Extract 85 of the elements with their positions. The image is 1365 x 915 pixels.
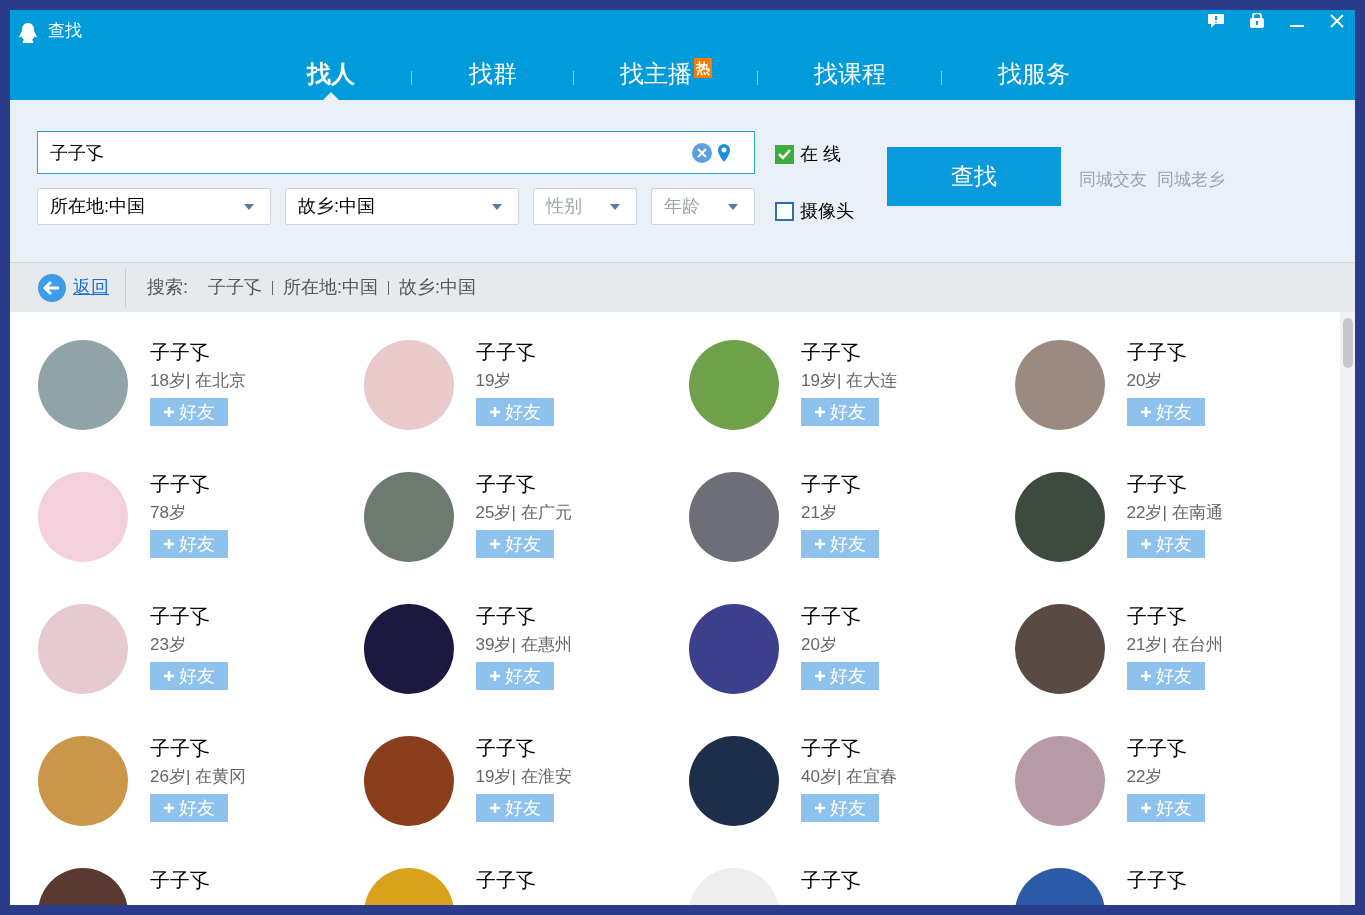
user-name[interactable]: 子子孓 xyxy=(1126,868,1187,892)
dropdown-caret-icon xyxy=(610,203,620,210)
user-info: 20岁 xyxy=(1126,370,1164,392)
user-name[interactable]: 子子孓 xyxy=(801,736,898,760)
close-icon[interactable] xyxy=(1329,13,1345,29)
user-name[interactable]: 子子孓 xyxy=(150,604,228,628)
nearby-link[interactable]: 同城交友 xyxy=(1079,167,1147,193)
user-name[interactable]: 子子孓 xyxy=(475,868,536,892)
user-info: 19岁| 在淮安 xyxy=(475,766,572,788)
user-info: 26岁| 在黄冈 xyxy=(150,766,247,788)
plus-icon xyxy=(488,406,501,418)
user-info: 23岁 xyxy=(150,634,187,656)
user-name[interactable]: 子子孓 xyxy=(150,868,210,892)
search-term: 子子孓 xyxy=(208,276,262,299)
plus-icon xyxy=(814,802,826,814)
plus-icon xyxy=(1139,406,1152,418)
user-info: 25岁| 在广元 xyxy=(475,502,572,524)
user-name[interactable]: 子子孓 xyxy=(801,868,861,892)
user-info: 19岁| 在大连 xyxy=(801,370,898,392)
scrollbar-thumb[interactable] xyxy=(1342,318,1353,368)
user-info: 18岁| 在北京 xyxy=(150,370,247,392)
user-info: 39岁| 在惠州 xyxy=(475,634,572,656)
plus-icon xyxy=(163,802,175,814)
nearby-link[interactable]: 同城老乡 xyxy=(1157,167,1225,193)
clear-icon[interactable] xyxy=(691,142,713,164)
search-tab[interactable]: 找群 xyxy=(414,56,571,100)
user-name[interactable]: 子子孓 xyxy=(1126,604,1223,628)
user-name[interactable]: 子子孓 xyxy=(1126,472,1223,496)
plus-icon xyxy=(163,670,175,682)
plus-icon xyxy=(163,538,175,550)
user-name[interactable]: 子子孓 xyxy=(801,340,898,364)
plus-icon xyxy=(163,406,175,418)
search-field[interactable]: 子子孓 xyxy=(37,131,755,174)
user-name[interactable]: 子子孓 xyxy=(1126,340,1205,364)
user-info: 21岁 xyxy=(801,502,838,524)
user-info: 22岁 xyxy=(1126,766,1164,788)
hot-badge: 热 xyxy=(693,58,712,78)
user-info: 21岁| 在台州 xyxy=(1126,634,1223,656)
plus-icon xyxy=(814,406,826,418)
dropdown-caret-icon xyxy=(728,203,738,210)
window-title: 查找 xyxy=(48,20,82,43)
user-info: 20岁 xyxy=(801,634,838,656)
plus-icon xyxy=(1139,802,1152,814)
location-pin-icon[interactable] xyxy=(717,143,731,163)
user-info: 19岁 xyxy=(475,370,513,392)
user-name[interactable]: 子子孓 xyxy=(475,340,554,364)
user-name[interactable]: 子子孓 xyxy=(801,604,879,628)
plus-icon xyxy=(814,670,826,682)
search-term: 故乡:中国 xyxy=(399,276,477,299)
user-name[interactable]: 子子孓 xyxy=(1126,736,1205,760)
dropdown-caret-icon xyxy=(244,203,254,210)
option-checkbox[interactable]: 摄像头 xyxy=(775,198,854,225)
dropdown-caret-icon xyxy=(492,203,502,210)
option-checkbox[interactable]: 在 线 xyxy=(775,141,854,168)
penguin-icon xyxy=(18,22,38,44)
checkmark-icon xyxy=(778,149,791,160)
filter-dropdown[interactable]: 故乡:中国 xyxy=(285,188,519,225)
plus-icon xyxy=(1139,670,1152,682)
back-link[interactable]: 返回 xyxy=(37,267,126,308)
search-button[interactable]: 查找 xyxy=(887,147,1061,206)
plus-icon xyxy=(814,538,826,550)
filter-dropdown[interactable]: 年龄 xyxy=(651,188,755,225)
user-info: 40岁| 在宜春 xyxy=(801,766,898,788)
lock-icon[interactable] xyxy=(1249,13,1265,29)
plus-icon xyxy=(488,670,501,682)
user-name[interactable]: 子子孓 xyxy=(475,472,572,496)
user-name[interactable]: 子子孓 xyxy=(801,472,879,496)
search-term: 所在地:中国 xyxy=(283,276,379,299)
filter-dropdown[interactable]: 性别 xyxy=(533,188,637,225)
user-info: 22岁| 在南通 xyxy=(1126,502,1223,524)
user-name[interactable]: 子子孓 xyxy=(475,604,572,628)
user-name[interactable]: 子子孓 xyxy=(475,736,572,760)
filter-dropdown[interactable]: 所在地:中国 xyxy=(37,188,271,225)
search-label: 搜索: xyxy=(147,276,188,299)
search-tab[interactable]: 找课程 xyxy=(760,56,939,100)
user-name[interactable]: 子子孓 xyxy=(150,340,247,364)
plus-icon xyxy=(488,802,501,814)
plus-icon xyxy=(488,538,501,550)
user-name[interactable]: 子子孓 xyxy=(150,472,228,496)
feedback-icon[interactable] xyxy=(1207,13,1225,29)
user-info: 78岁 xyxy=(150,502,187,524)
search-tab[interactable]: 找服务 xyxy=(944,56,1123,100)
scrollbar[interactable] xyxy=(1340,312,1355,905)
plus-icon xyxy=(1139,538,1152,550)
user-name[interactable]: 子子孓 xyxy=(150,736,247,760)
